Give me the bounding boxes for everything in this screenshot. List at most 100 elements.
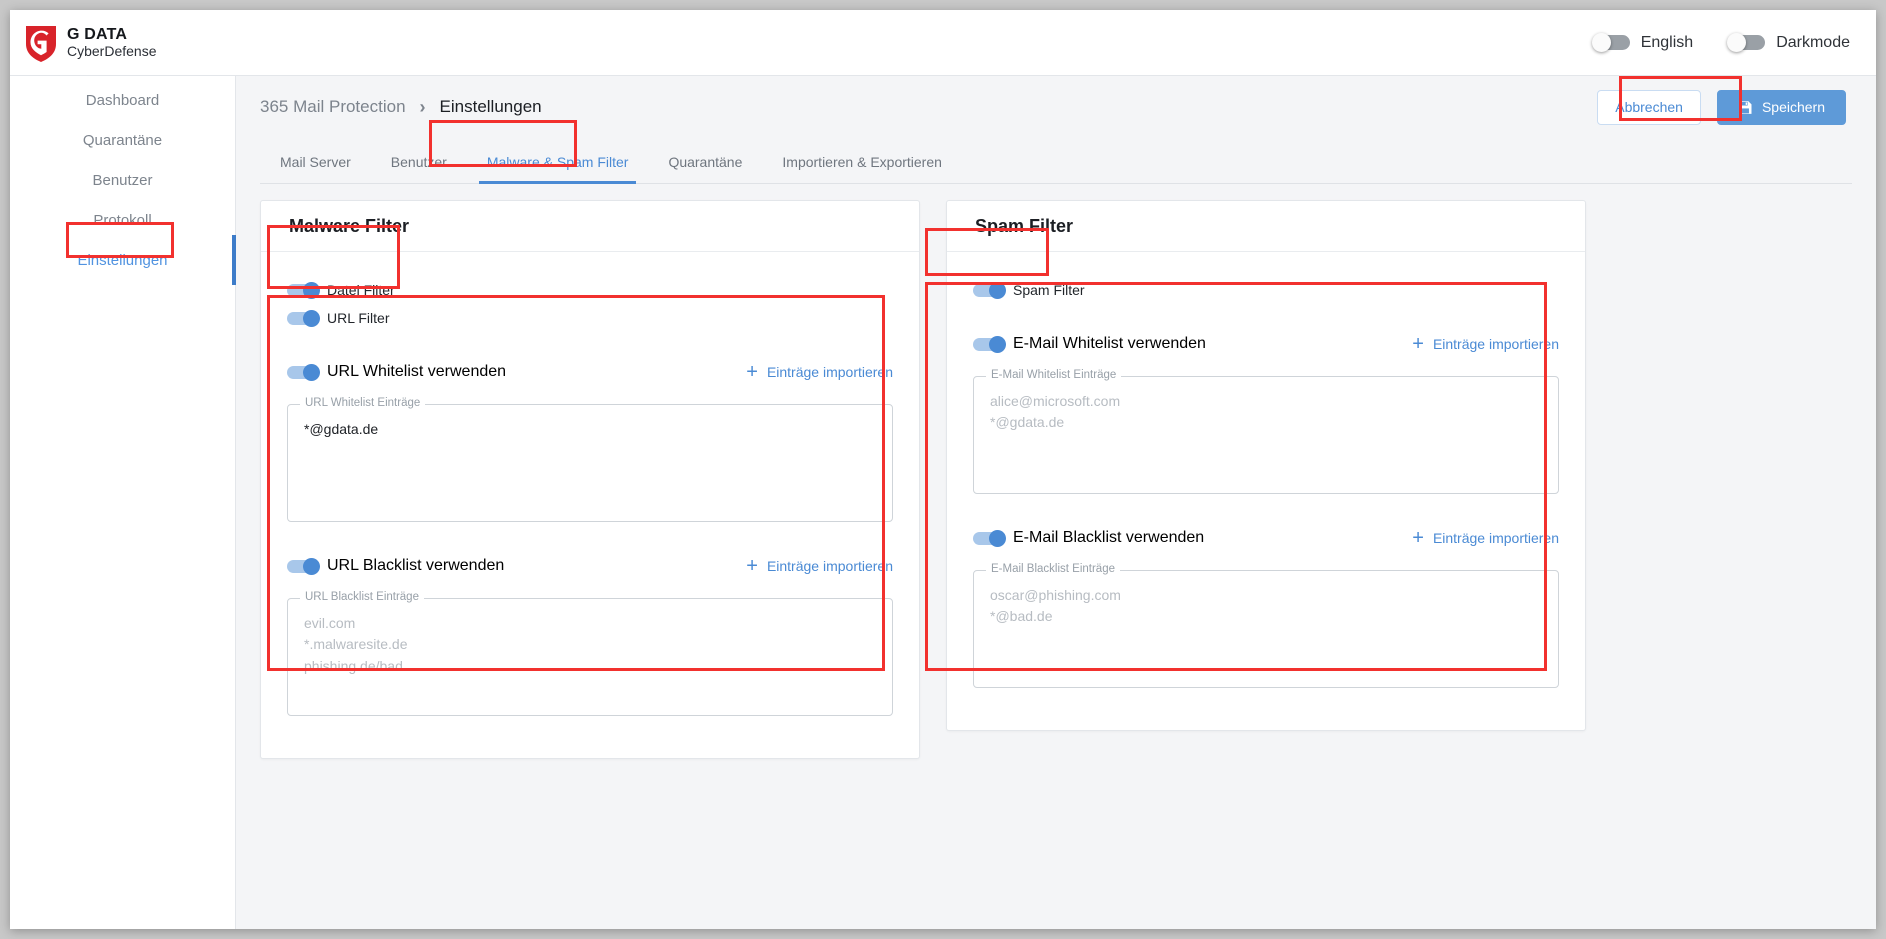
email-blacklist-switch[interactable]: [973, 529, 1006, 547]
plus-icon: +: [746, 555, 758, 577]
url-blacklist-switch[interactable]: [287, 557, 320, 575]
spam-filter-switch[interactable]: [973, 281, 1006, 299]
plus-icon: +: [1412, 333, 1424, 355]
email-whitelist-label: E-Mail Whitelist verwenden: [1013, 335, 1206, 352]
url-blacklist-header: URL Blacklist verwenden + Einträge impor…: [287, 552, 893, 580]
breadcrumb-separator-icon: ›: [419, 96, 426, 117]
url-filter-switch[interactable]: [287, 309, 320, 327]
url-blacklist-textarea[interactable]: evil.com *.malwaresite.de phishing.de/ba…: [287, 598, 893, 716]
email-whitelist-switch[interactable]: [973, 335, 1006, 353]
email-whitelist-block: E-Mail Whitelist verwenden + Einträge im…: [973, 330, 1559, 494]
sidebar-item-dashboard[interactable]: Dashboard: [10, 80, 235, 120]
spam-filter-toggle-row[interactable]: Spam Filter: [973, 276, 1559, 304]
url-blacklist-import-label: Einträge importieren: [766, 558, 893, 574]
email-blacklist-textarea[interactable]: oscar@phishing.com *@bad.de: [973, 570, 1559, 688]
datei-filter-switch[interactable]: [287, 281, 320, 299]
email-whitelist-import-label: Einträge importieren: [1432, 336, 1559, 352]
page-actions: Abbrechen Speichern: [1597, 89, 1846, 125]
top-bar: G DATA CyberDefense English Darkmode: [10, 10, 1876, 76]
email-blacklist-import-link[interactable]: + Einträge importieren: [1412, 528, 1559, 548]
email-blacklist-import-label: Einträge importieren: [1432, 530, 1559, 546]
url-whitelist-field-label: URL Whitelist Einträge: [300, 397, 426, 409]
url-whitelist-import-label: Einträge importieren: [766, 364, 893, 380]
tab-label: Benutzer: [390, 154, 447, 170]
email-whitelist-textarea[interactable]: alice@microsoft.com *@gdata.de: [973, 376, 1559, 494]
content-area: 365 Mail Protection › Einstellungen Abbr…: [236, 76, 1876, 929]
darkmode-toggle-label: Darkmode: [1776, 33, 1850, 51]
url-blacklist-field-label: URL Blacklist Einträge: [300, 591, 424, 603]
url-blacklist-block: URL Blacklist verwenden + Einträge impor…: [287, 552, 893, 716]
breadcrumb-row: 365 Mail Protection › Einstellungen Abbr…: [236, 76, 1876, 138]
sidebar: Dashboard Quarantäne Benutzer Protokoll …: [10, 76, 236, 929]
malware-filter-title: Malware Filter: [289, 215, 410, 236]
datei-filter-label: Datei Filter: [327, 282, 395, 298]
url-whitelist-field-wrap: URL Whitelist Einträge *@gdata.de: [287, 397, 893, 522]
email-blacklist-header: E-Mail Blacklist verwenden + Einträge im…: [973, 524, 1559, 552]
url-filter-label: URL Filter: [327, 310, 390, 326]
email-whitelist-placeholder: alice@microsoft.com *@gdata.de: [990, 393, 1121, 431]
sidebar-item-label: Benutzer: [92, 171, 153, 189]
settings-cards: Malware Filter Datei Filter URL Filter U…: [236, 184, 1876, 759]
sidebar-item-label: Protokoll: [93, 211, 152, 229]
language-switch[interactable]: [1591, 33, 1630, 52]
plus-icon: +: [746, 361, 758, 383]
sidebar-item-label: Quarantäne: [82, 131, 163, 149]
url-blacklist-label: URL Blacklist verwenden: [327, 557, 505, 574]
brand-subtitle: CyberDefense: [67, 42, 157, 59]
email-whitelist-header: E-Mail Whitelist verwenden + Einträge im…: [973, 330, 1559, 358]
email-blacklist-toggle-row[interactable]: E-Mail Blacklist verwenden: [973, 529, 1204, 547]
malware-filter-card-body: Datei Filter URL Filter URL Whitelist ve…: [261, 252, 919, 758]
breadcrumb-current: Einstellungen: [439, 97, 542, 116]
email-blacklist-field-label: E-Mail Blacklist Einträge: [986, 563, 1120, 575]
email-blacklist-field-wrap: E-Mail Blacklist Einträge oscar@phishing…: [973, 563, 1559, 688]
tab-label: Mail Server: [280, 154, 351, 170]
email-whitelist-import-link[interactable]: + Einträge importieren: [1412, 334, 1559, 354]
url-blacklist-toggle-row[interactable]: URL Blacklist verwenden: [287, 557, 504, 575]
sidebar-item-quarantine[interactable]: Quarantäne: [10, 120, 235, 160]
url-blacklist-placeholder: evil.com *.malwaresite.de phishing.de/ba…: [304, 615, 408, 674]
brand-logo: G DATA CyberDefense: [24, 23, 157, 63]
url-whitelist-toggle-row[interactable]: URL Whitelist verwenden: [287, 363, 506, 381]
url-filter-toggle-row[interactable]: URL Filter: [287, 304, 893, 332]
email-whitelist-field-label: E-Mail Whitelist Einträge: [986, 369, 1122, 381]
save-button[interactable]: Speichern: [1716, 89, 1846, 125]
floppy-disk-icon: [1739, 100, 1752, 114]
topbar-controls: English Darkmode: [1591, 33, 1850, 52]
url-blacklist-import-link[interactable]: + Einträge importieren: [746, 556, 893, 576]
language-toggle[interactable]: English: [1591, 33, 1693, 52]
sidebar-item-einstellungen[interactable]: Einstellungen: [10, 235, 236, 285]
url-whitelist-switch[interactable]: [287, 363, 320, 381]
url-whitelist-label: URL Whitelist verwenden: [327, 363, 507, 380]
tab-quarantaene[interactable]: Quarantäne: [648, 140, 762, 184]
tab-bar: Mail Server Benutzer Malware & Spam Filt…: [236, 138, 1876, 184]
sidebar-item-protokoll[interactable]: Protokoll: [10, 200, 235, 240]
darkmode-toggle[interactable]: Darkmode: [1727, 33, 1850, 52]
email-blacklist-block: E-Mail Blacklist verwenden + Einträge im…: [973, 524, 1559, 688]
spam-filter-card-header: Spam Filter: [947, 201, 1585, 252]
tab-benutzer[interactable]: Benutzer: [371, 140, 467, 184]
save-button-label: Speichern: [1761, 99, 1825, 115]
breadcrumb-root[interactable]: 365 Mail Protection: [260, 97, 406, 117]
darkmode-switch[interactable]: [1727, 33, 1766, 52]
email-whitelist-toggle-row[interactable]: E-Mail Whitelist verwenden: [973, 335, 1206, 353]
cancel-button[interactable]: Abbrechen: [1597, 89, 1701, 125]
sidebar-item-benutzer[interactable]: Benutzer: [10, 160, 235, 200]
tab-mail-server[interactable]: Mail Server: [260, 140, 371, 184]
url-whitelist-textarea[interactable]: *@gdata.de: [287, 404, 893, 522]
spam-filter-card-body: Spam Filter E-Mail Whitelist verwenden +…: [947, 252, 1585, 730]
cancel-button-label: Abbrechen: [1615, 99, 1683, 115]
email-blacklist-label: E-Mail Blacklist verwenden: [1013, 529, 1205, 546]
sidebar-item-label: Einstellungen: [77, 251, 168, 269]
tab-malware-spam-filter[interactable]: Malware & Spam Filter: [467, 140, 649, 184]
datei-filter-toggle-row[interactable]: Datei Filter: [287, 276, 893, 304]
url-whitelist-block: URL Whitelist verwenden + Einträge impor…: [287, 358, 893, 522]
tab-label: Quarantäne: [668, 154, 743, 170]
plus-icon: +: [1412, 527, 1424, 549]
malware-filter-card-header: Malware Filter: [261, 201, 919, 252]
brand-title: G DATA: [67, 25, 128, 43]
tab-importieren-exportieren[interactable]: Importieren & Exportieren: [762, 140, 962, 184]
url-whitelist-import-link[interactable]: + Einträge importieren: [746, 362, 893, 382]
spam-filter-card: Spam Filter Spam Filter E-Mail Whitelist…: [946, 200, 1586, 731]
email-blacklist-placeholder: oscar@phishing.com *@bad.de: [990, 587, 1121, 625]
application-window: G DATA CyberDefense English Darkmode Das…: [10, 10, 1876, 929]
